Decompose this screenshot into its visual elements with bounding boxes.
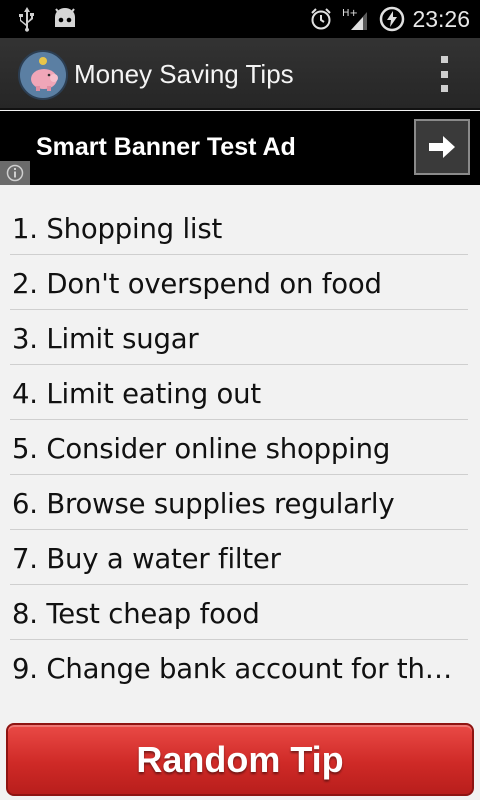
status-bar: H+ 23:26 <box>0 0 480 38</box>
list-item[interactable]: 1. Shopping list <box>10 200 468 255</box>
tips-list: 1. Shopping list 2. Don't overspend on f… <box>0 200 480 695</box>
list-item[interactable]: 8. Test cheap food <box>10 585 468 640</box>
usb-icon <box>14 0 40 38</box>
battery-charging-icon <box>378 0 406 38</box>
app-title: Money Saving Tips <box>74 59 294 89</box>
random-tip-label: Random Tip <box>136 738 344 780</box>
list-item[interactable]: 5. Consider online shopping <box>10 420 468 475</box>
android-debug-icon <box>50 0 80 38</box>
list-item[interactable]: 7. Buy a water filter <box>10 530 468 585</box>
list-item[interactable]: 3. Limit sugar <box>10 310 468 365</box>
list-item-label: 1. Shopping list <box>12 213 223 245</box>
alarm-icon <box>308 0 334 38</box>
list-item[interactable]: 2. Don't overspend on food <box>10 255 468 310</box>
list-item-label: 3. Limit sugar <box>12 323 199 355</box>
list-item[interactable]: 9. Change bank account for the… <box>10 640 468 695</box>
action-bar: Money Saving Tips <box>0 38 480 110</box>
ad-text[interactable]: Smart Banner Test Ad <box>36 111 296 185</box>
piggy-bank-icon[interactable] <box>18 50 68 100</box>
list-item-label: 8. Test cheap food <box>12 598 260 630</box>
random-tip-button[interactable]: Random Tip <box>6 723 474 796</box>
list-item-label: 9. Change bank account for the… <box>12 653 464 685</box>
list-item-label: 7. Buy a water filter <box>12 543 281 575</box>
list-item[interactable]: 6. Browse supplies regularly <box>10 475 468 530</box>
info-icon[interactable] <box>0 161 30 185</box>
list-item-label: 6. Browse supplies regularly <box>12 488 395 520</box>
signal-hplus-icon: H+ <box>340 0 370 38</box>
ad-arrow-button[interactable] <box>414 119 470 175</box>
status-time: 23:26 <box>412 6 470 32</box>
arrow-right-icon <box>429 136 455 158</box>
svg-text:H+: H+ <box>342 8 358 19</box>
list-item-label: 4. Limit eating out <box>12 378 261 410</box>
overflow-menu-icon[interactable] <box>438 56 450 92</box>
list-item-label: 2. Don't overspend on food <box>12 268 382 300</box>
list-item-label: 5. Consider online shopping <box>12 433 391 465</box>
ad-banner[interactable]: Smart Banner Test Ad <box>0 111 480 185</box>
list-item[interactable]: 4. Limit eating out <box>10 365 468 420</box>
